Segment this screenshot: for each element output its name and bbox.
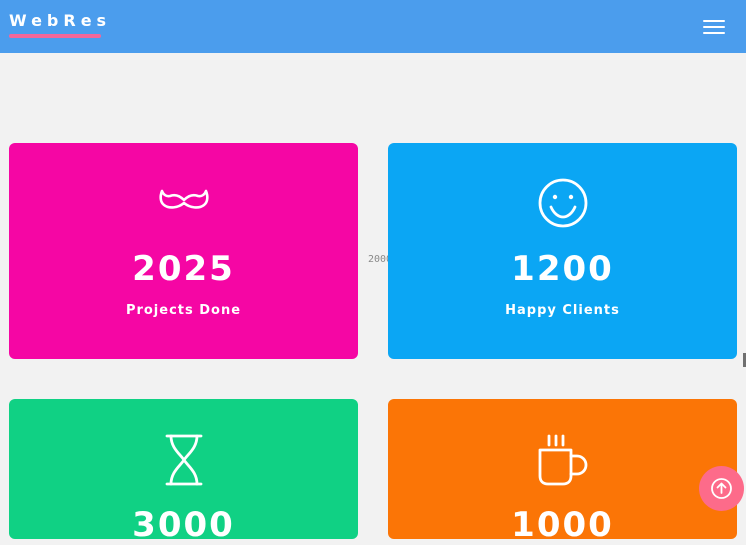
stat-label: Happy Clients <box>505 303 620 318</box>
stat-number: 2025 <box>132 249 235 289</box>
arrow-up-circle-icon <box>711 478 732 499</box>
mustache-icon <box>156 178 212 230</box>
stat-number: 1000 <box>511 505 614 545</box>
brand-logo-text[interactable]: WebRes <box>9 11 111 31</box>
stat-number: 1200 <box>511 249 614 289</box>
hamburger-line <box>703 26 725 28</box>
stat-card-projects: 2025 Projects Done <box>9 143 358 359</box>
hamburger-line <box>703 20 725 22</box>
coffee-cup-icon <box>535 434 591 486</box>
stat-label: Projects Done <box>125 303 242 318</box>
stat-card-clients: 1200 Happy Clients <box>388 143 737 359</box>
hamburger-menu-icon[interactable] <box>700 16 728 38</box>
hourglass-icon <box>156 434 212 486</box>
hamburger-line <box>703 32 725 34</box>
stat-card-coffee: 1000 <box>388 399 737 545</box>
smiley-face-icon <box>535 178 591 230</box>
brand-underline <box>9 34 101 38</box>
scroll-to-top-button[interactable] <box>699 466 744 511</box>
stat-number: 3000 <box>132 505 235 545</box>
stat-card-hours: 3000 <box>9 399 358 545</box>
navbar: WebRes <box>0 0 746 53</box>
